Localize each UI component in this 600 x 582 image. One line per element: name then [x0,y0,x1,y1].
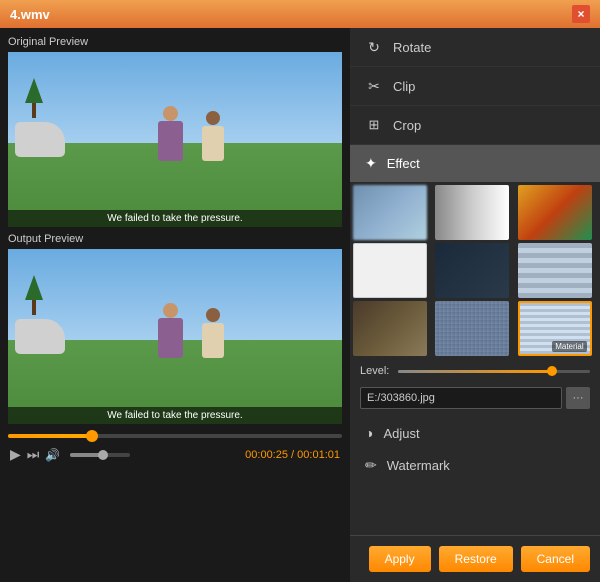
restore-button[interactable]: Restore [439,546,513,572]
level-label: Level: [360,365,390,377]
subtitle-bar: We failed to take the pressure. [8,210,342,227]
level-fill [398,370,552,373]
bottom-buttons: Apply Restore Cancel [350,535,600,582]
effect-film[interactable] [353,301,427,356]
volume-slider[interactable] [70,453,130,457]
adjust-icon: ◑ [365,425,373,441]
skip-forward-button[interactable]: ⏭ [27,446,40,463]
effect-blur[interactable] [353,185,427,240]
tool-rotate[interactable]: ↻ Rotate [350,28,600,67]
original-scene: We failed to take the pressure. [8,52,342,227]
output-subtitle-bar: We failed to take the pressure. [8,407,342,424]
output-preview-label: Output Preview [8,233,342,245]
volume-icon: 🔊 [45,448,60,462]
filepath-row: ··· [350,383,600,413]
scene-horse [15,122,65,157]
scene-person2 [202,111,224,161]
close-button[interactable]: × [572,5,590,23]
original-preview-label: Original Preview [8,36,342,48]
window-title: 4.wmv [10,7,50,22]
rotate-label: Rotate [393,40,431,55]
time-display: 00:00:25 / 00:01:01 [245,449,340,461]
effect-label: Effect [387,156,420,171]
progress-bar[interactable] [8,434,342,438]
output-horse [15,319,65,354]
right-panel: ↻ Rotate ✂ Clip ⊞ Crop ✦ Effect [350,28,600,582]
clip-label: Clip [393,79,415,94]
crop-icon: ⊞ [365,116,383,134]
clip-icon: ✂ [365,77,383,95]
effect-icon: ✦ [365,155,377,172]
tool-adjust[interactable]: ◑ Adjust [350,417,600,449]
tool-clip[interactable]: ✂ Clip [350,67,600,106]
filepath-input[interactable] [360,387,562,409]
extra-tools: ◑ Adjust ✏ Watermark [350,413,600,486]
controls-area: ▶ ⏭ 🔊 00:00:25 / 00:01:01 [8,430,342,467]
progress-thumb[interactable] [86,430,98,442]
scene-person1 [158,106,183,161]
effect-header: ✦ Effect [350,145,600,182]
output-person1 [158,303,183,358]
effect-bw[interactable] [435,185,509,240]
effect-grid: Material [350,182,600,359]
effect-dark[interactable] [435,243,509,298]
tool-menu: ↻ Rotate ✂ Clip ⊞ Crop [350,28,600,145]
crop-label: Crop [393,118,421,133]
cancel-button[interactable]: Cancel [521,546,590,572]
effect-sketch[interactable] [353,243,427,298]
scene-tree [25,78,43,118]
effect-color1[interactable] [518,185,592,240]
effect-material[interactable]: Material [518,301,592,356]
original-preview: We failed to take the pressure. [8,52,342,227]
material-label: Material [552,341,586,352]
output-scene: We failed to take the pressure. [8,249,342,424]
tool-crop[interactable]: ⊞ Crop [350,106,600,145]
apply-button[interactable]: Apply [369,546,431,572]
output-tree [25,275,43,315]
level-thumb[interactable] [547,366,557,376]
output-person2 [202,308,224,358]
volume-thumb[interactable] [98,450,108,460]
title-bar: 4.wmv × [0,0,600,28]
filepath-browse-button[interactable]: ··· [566,387,590,409]
level-track[interactable] [398,370,590,373]
effect-mosaic[interactable] [518,243,592,298]
progress-fill [8,434,92,438]
watermark-icon: ✏ [365,457,377,474]
rotate-icon: ↻ [365,38,383,56]
tool-watermark[interactable]: ✏ Watermark [350,449,600,482]
main-layout: Original Preview [0,28,600,582]
adjust-label: Adjust [383,426,419,441]
effect-pixel[interactable] [435,301,509,356]
level-row: Level: [350,359,600,383]
output-preview: We failed to take the pressure. [8,249,342,424]
left-panel: Original Preview [0,28,350,582]
watermark-label: Watermark [387,458,450,473]
play-button[interactable]: ▶ [10,446,21,463]
playback-controls: ▶ ⏭ 🔊 00:00:25 / 00:01:01 [8,446,342,463]
